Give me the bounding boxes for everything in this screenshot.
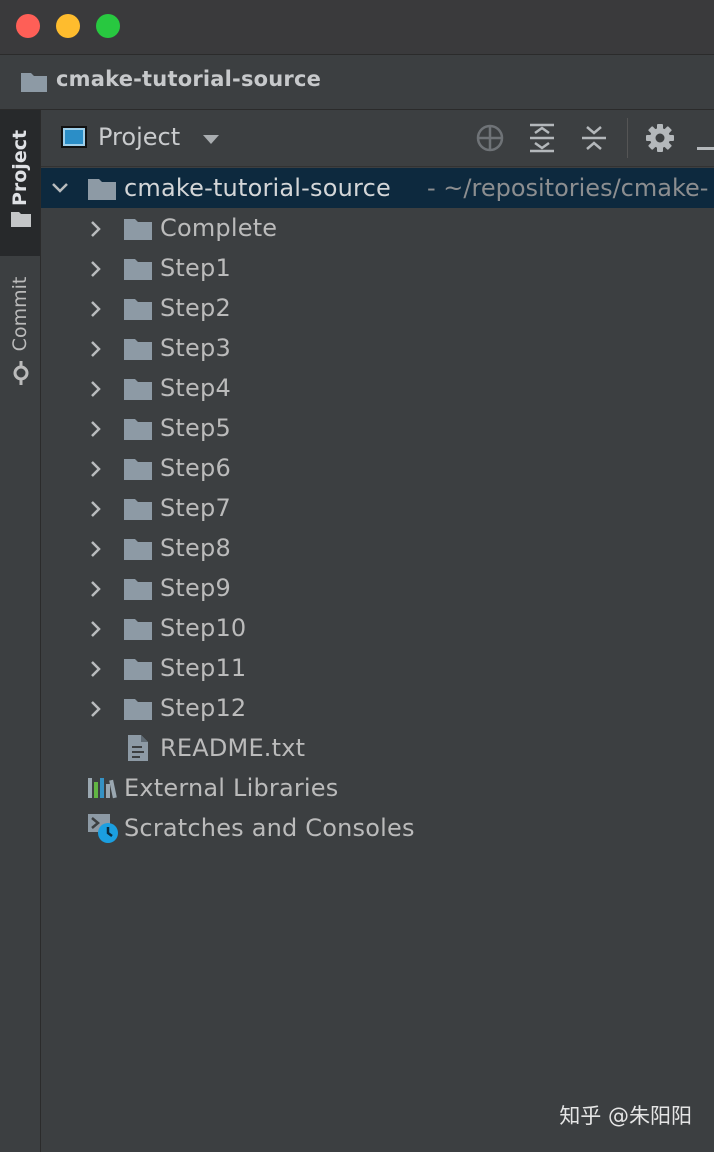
collapse-all-icon[interactable] [579,123,609,157]
tree-scratches-item[interactable]: Scratches and Consoles [41,808,714,848]
folder-icon [123,417,153,445]
tree-item-label: Step11 [160,654,247,682]
folder-icon [123,497,153,525]
tree-item-label: Complete [160,214,278,242]
chevron-right-icon[interactable] [89,380,103,402]
tool-tab-project[interactable]: Project [0,110,40,256]
chevron-right-icon[interactable] [89,260,103,282]
tree-folder-item[interactable]: Step3 [41,328,714,368]
folder-icon [123,657,153,685]
tree-folder-item[interactable]: Step5 [41,408,714,448]
project-view-icon [61,126,87,148]
tree-folder-item[interactable]: Step11 [41,648,714,688]
tree-item-label: Step7 [160,494,231,522]
tree-folder-item[interactable]: Step10 [41,608,714,648]
window-titlebar [0,0,714,55]
folder-icon [10,210,32,232]
tree-item-label: Step5 [160,414,231,442]
tree-item-label: cmake-tutorial-source [124,174,391,202]
tree-root-item[interactable]: cmake-tutorial-source - ~/repositories/c… [41,168,714,208]
locate-icon[interactable] [475,123,505,157]
text-file-icon [127,734,149,766]
tool-tab-label: Commit [9,276,31,352]
gear-icon[interactable] [645,123,675,157]
folder-icon [123,697,153,725]
chevron-right-icon[interactable] [89,700,103,722]
view-selector[interactable]: Project [98,123,180,151]
tool-tab-commit[interactable]: Commit [0,260,40,390]
folder-icon [123,257,153,285]
close-window-button[interactable] [16,14,40,38]
chevron-down-icon[interactable] [203,135,219,144]
watermark: 知乎 @朱阳阳 [559,1104,692,1128]
tree-item-label: Step10 [160,614,247,642]
chevron-right-icon[interactable] [89,660,103,682]
tree-folder-item[interactable]: Step7 [41,488,714,528]
tree-item-label: Step9 [160,574,231,602]
tree-item-label: Step4 [160,374,231,402]
project-tree: cmake-tutorial-source - ~/repositories/c… [41,168,714,848]
chevron-right-icon[interactable] [89,220,103,242]
minimize-window-button[interactable] [56,14,80,38]
tree-folder-item[interactable]: Complete [41,208,714,248]
scratches-icon [87,813,121,849]
folder-icon [123,297,153,325]
chevron-right-icon[interactable] [89,540,103,562]
tree-item-path: - ~/repositories/cmake- [427,174,709,202]
tree-item-label: Step1 [160,254,231,282]
folder-icon [123,457,153,485]
tool-window-strip: Project Commit [0,110,41,1152]
folder-icon [123,337,153,365]
chevron-right-icon[interactable] [89,460,103,482]
chevron-right-icon[interactable] [89,420,103,442]
commit-icon [8,360,34,390]
chevron-right-icon[interactable] [89,620,103,642]
chevron-right-icon[interactable] [89,340,103,362]
tree-item-label: Step12 [160,694,247,722]
tree-folder-item[interactable]: Step2 [41,288,714,328]
folder-icon [123,377,153,405]
chevron-right-icon[interactable] [89,580,103,602]
project-toolbar: Project [41,110,714,167]
chevron-down-icon[interactable] [51,180,69,199]
folder-icon [123,577,153,605]
folder-icon [20,71,48,97]
navigation-bar: cmake-tutorial-source [0,55,714,110]
expand-all-icon[interactable] [527,123,557,157]
folder-icon [123,217,153,245]
tree-item-label: Scratches and Consoles [124,814,415,842]
folder-icon [123,537,153,565]
chevron-right-icon[interactable] [89,300,103,322]
tree-folder-item[interactable]: Step8 [41,528,714,568]
tree-item-label: Step2 [160,294,231,322]
tree-folder-item[interactable]: Step1 [41,248,714,288]
tree-item-label: External Libraries [124,774,339,802]
tree-folder-item[interactable]: Step9 [41,568,714,608]
tree-item-label: Step8 [160,534,231,562]
tree-file-item[interactable]: README.txt [41,728,714,768]
tool-tab-label: Project [9,129,31,207]
library-icon [87,776,117,804]
tree-folder-item[interactable]: Step6 [41,448,714,488]
tree-folder-item[interactable]: Step4 [41,368,714,408]
folder-icon [87,177,117,205]
tree-item-label: Step6 [160,454,231,482]
tree-external-libraries-item[interactable]: External Libraries [41,768,714,808]
chevron-right-icon[interactable] [89,500,103,522]
project-breadcrumb[interactable]: cmake-tutorial-source [56,67,321,91]
tree-folder-item[interactable]: Step12 [41,688,714,728]
minimize-icon[interactable] [697,136,714,155]
folder-icon [123,617,153,645]
toolbar-divider [627,118,628,158]
zoom-window-button[interactable] [96,14,120,38]
tree-item-label: Step3 [160,334,231,362]
tree-item-label: README.txt [160,734,306,762]
